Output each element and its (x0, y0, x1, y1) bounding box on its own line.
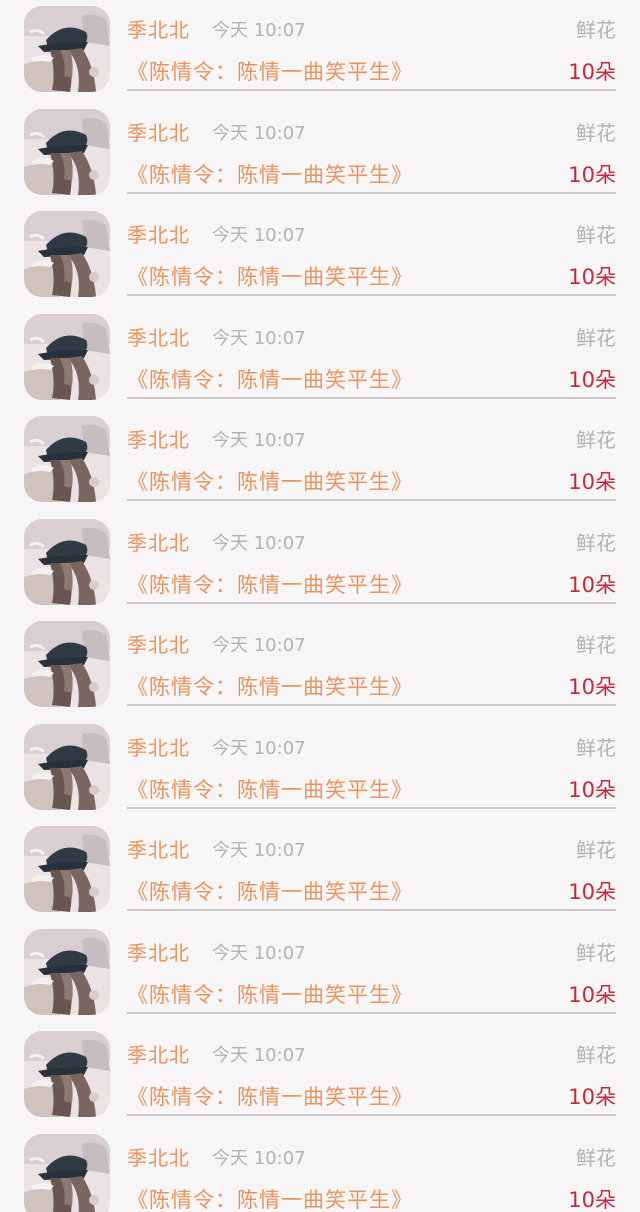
gift-record-row[interactable]: 季北北 今天 10:07 鲜花 《陈情令：陈情一曲笑平生》 10朵 (0, 205, 640, 308)
timestamp: 今天 10:07 (212, 225, 306, 246)
user-name[interactable]: 季北北 (127, 629, 190, 658)
timestamp: 今天 10:07 (212, 942, 306, 964)
divider (127, 806, 616, 809)
divider (127, 1114, 616, 1116)
timestamp: 今天 10:07 (212, 532, 306, 554)
timestamp: 今天 10:07 (212, 635, 306, 656)
gift-type: 鲜花 (576, 1145, 616, 1170)
divider (127, 294, 616, 296)
avatar[interactable] (24, 723, 110, 810)
gift-count: 10朵 (568, 777, 616, 802)
gift-count: 10朵 (568, 1085, 616, 1109)
gift-count: 10朵 (568, 880, 616, 904)
work-title[interactable]: 《陈情令：陈情一曲笑平生》 (127, 1081, 413, 1111)
user-name[interactable]: 季北北 (127, 1142, 190, 1171)
avatar[interactable] (24, 826, 110, 912)
gift-record-row[interactable]: 季北北 今天 10:07 鲜花 《陈情令：陈情一曲笑平生》 10朵 (0, 0, 640, 103)
avatar[interactable] (24, 416, 110, 502)
gift-type: 鲜花 (576, 18, 616, 42)
gift-record-row[interactable]: 季北北 今天 10:07 鲜花 《陈情令：陈情一曲笑平生》 10朵 (0, 1025, 640, 1128)
gift-count: 10朵 (568, 470, 616, 494)
work-title[interactable]: 《陈情令：陈情一曲笑平生》 (127, 876, 413, 906)
timestamp: 今天 10:07 (212, 840, 306, 861)
gift-type: 鲜花 (576, 325, 616, 350)
work-title[interactable]: 《陈情令：陈情一曲笑平生》 (127, 466, 413, 496)
avatar[interactable] (24, 928, 110, 1015)
avatar[interactable] (24, 1031, 110, 1117)
work-title[interactable]: 《陈情令：陈情一曲笑平生》 (127, 979, 413, 1009)
timestamp: 今天 10:07 (212, 20, 306, 41)
work-title[interactable]: 《陈情令：陈情一曲笑平生》 (127, 671, 413, 701)
work-title[interactable]: 《陈情令：陈情一曲笑平生》 (127, 569, 413, 599)
divider (127, 191, 616, 194)
gift-count: 10朵 (568, 162, 616, 187)
work-title[interactable]: 《陈情令：陈情一曲笑平生》 (127, 364, 413, 394)
gift-type: 鲜花 (576, 428, 616, 452)
gift-count: 10朵 (568, 367, 616, 392)
divider (127, 704, 616, 706)
gift-record-row[interactable]: 季北北 今天 10:07 鲜花 《陈情令：陈情一曲笑平生》 10朵 (0, 820, 640, 923)
user-name[interactable]: 季北北 (127, 117, 190, 146)
divider (127, 499, 616, 501)
gift-record-row[interactable]: 季北北 今天 10:07 鲜花 《陈情令：陈情一曲笑平生》 10朵 (0, 615, 640, 718)
gift-count: 10朵 (568, 982, 616, 1007)
user-name[interactable]: 季北北 (127, 527, 190, 556)
gift-type: 鲜花 (576, 1043, 616, 1067)
gift-type: 鲜花 (576, 735, 616, 760)
timestamp: 今天 10:07 (212, 327, 306, 349)
user-name[interactable]: 季北北 (127, 732, 190, 761)
timestamp: 今天 10:07 (212, 737, 306, 759)
user-name[interactable]: 季北北 (127, 14, 190, 43)
gift-record-row[interactable]: 季北北 今天 10:07 鲜花 《陈情令：陈情一曲笑平生》 10朵 (0, 923, 640, 1026)
avatar[interactable] (24, 108, 110, 195)
work-title[interactable]: 《陈情令：陈情一曲笑平生》 (127, 1184, 413, 1212)
gift-type: 鲜花 (576, 120, 616, 145)
avatar[interactable] (24, 621, 110, 707)
user-name[interactable]: 季北北 (127, 834, 190, 863)
divider (127, 396, 616, 399)
timestamp: 今天 10:07 (212, 122, 306, 144)
avatar[interactable] (24, 313, 110, 400)
timestamp: 今天 10:07 (212, 430, 306, 451)
gift-record-list: 季北北 今天 10:07 鲜花 《陈情令：陈情一曲笑平生》 10朵 季北北 今天… (0, 0, 640, 1212)
avatar[interactable] (24, 1133, 110, 1212)
gift-type: 鲜花 (576, 633, 616, 657)
work-title[interactable]: 《陈情令：陈情一曲笑平生》 (127, 159, 413, 189)
divider (127, 909, 616, 911)
user-name[interactable]: 季北北 (127, 424, 190, 453)
gift-type: 鲜花 (576, 530, 616, 555)
gift-count: 10朵 (568, 60, 616, 84)
gift-record-row[interactable]: 季北北 今天 10:07 鲜花 《陈情令：陈情一曲笑平生》 10朵 (0, 103, 640, 206)
work-title[interactable]: 《陈情令：陈情一曲笑平生》 (127, 261, 413, 291)
avatar[interactable] (24, 6, 110, 92)
timestamp: 今天 10:07 (212, 1147, 306, 1169)
gift-record-row[interactable]: 季北北 今天 10:07 鲜花 《陈情令：陈情一曲笑平生》 10朵 (0, 718, 640, 821)
divider (127, 89, 616, 91)
divider (127, 1011, 616, 1014)
gift-count: 10朵 (568, 675, 616, 699)
gift-type: 鲜花 (576, 838, 616, 862)
gift-record-row[interactable]: 季北北 今天 10:07 鲜花 《陈情令：陈情一曲笑平生》 10朵 (0, 410, 640, 513)
gift-count: 10朵 (568, 572, 616, 597)
user-name[interactable]: 季北北 (127, 1039, 190, 1068)
work-title[interactable]: 《陈情令：陈情一曲笑平生》 (127, 56, 413, 86)
avatar[interactable] (24, 211, 110, 297)
work-title[interactable]: 《陈情令：陈情一曲笑平生》 (127, 774, 413, 804)
avatar[interactable] (24, 518, 110, 605)
divider (127, 601, 616, 604)
gift-type: 鲜花 (576, 223, 616, 247)
user-name[interactable]: 季北北 (127, 322, 190, 351)
gift-type: 鲜花 (576, 940, 616, 965)
gift-count: 10朵 (568, 265, 616, 289)
gift-record-row[interactable]: 季北北 今天 10:07 鲜花 《陈情令：陈情一曲笑平生》 10朵 (0, 308, 640, 411)
user-name[interactable]: 季北北 (127, 937, 190, 966)
gift-count: 10朵 (568, 1187, 616, 1212)
gift-record-row[interactable]: 季北北 今天 10:07 鲜花 《陈情令：陈情一曲笑平生》 10朵 (0, 1128, 640, 1212)
user-name[interactable]: 季北北 (127, 219, 190, 248)
timestamp: 今天 10:07 (212, 1045, 306, 1066)
gift-record-row[interactable]: 季北北 今天 10:07 鲜花 《陈情令：陈情一曲笑平生》 10朵 (0, 513, 640, 616)
